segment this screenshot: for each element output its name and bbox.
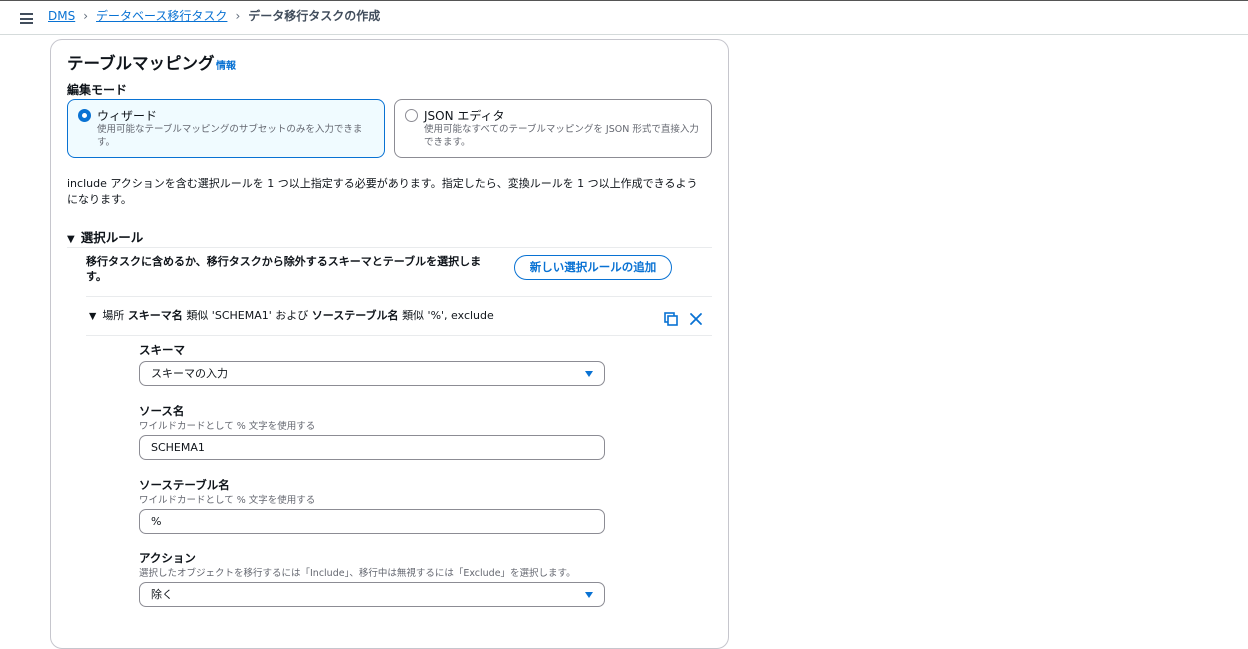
radio-wizard[interactable] bbox=[78, 109, 91, 122]
selection-rules-description: 移行タスクに含めるか、移行タスクから除外するスキーマとテーブルを選択します。 bbox=[86, 255, 482, 283]
panel-title: テーブルマッピング bbox=[67, 54, 215, 73]
caret-down-icon: ▼ bbox=[89, 311, 97, 322]
rule-header[interactable]: ▼ 場所 スキーマ名 類似 'SCHEMA1' および ソーステーブル名 類似 '… bbox=[89, 307, 494, 323]
rule-prefix: 場所 bbox=[102, 309, 125, 322]
mode-wizard-title: ウィザード bbox=[97, 109, 158, 123]
close-icon[interactable] bbox=[688, 311, 704, 327]
rule-schema-condition: 類似 'SCHEMA1' および bbox=[186, 309, 309, 322]
radio-json-editor[interactable] bbox=[405, 109, 418, 122]
source-table-hint: ワイルドカードとして % 文字を使用する bbox=[139, 495, 316, 506]
divider bbox=[67, 247, 712, 248]
schema-select-value: スキーマの入力 bbox=[151, 367, 228, 380]
source-table-label: ソーステーブル名 bbox=[139, 478, 230, 492]
mode-tile-json-editor[interactable]: JSON エディタ 使用可能なすべてのテーブルマッピングを JSON 形式で直接… bbox=[394, 99, 712, 158]
action-select-value: 除く bbox=[151, 588, 173, 601]
info-link[interactable]: 情報 bbox=[216, 57, 236, 72]
add-selection-rule-button[interactable]: 新しい選択ルールの追加 bbox=[514, 255, 672, 280]
caret-down-icon bbox=[585, 592, 593, 598]
schema-label: スキーマ bbox=[139, 343, 185, 357]
menu-icon[interactable] bbox=[20, 13, 33, 24]
mode-json-description: 使用可能なすべてのテーブルマッピングを JSON 形式で直接入力できます。 bbox=[424, 124, 699, 148]
source-name-hint: ワイルドカードとして % 文字を使用する bbox=[139, 421, 316, 432]
breadcrumb-current: データ移行タスクの作成 bbox=[248, 9, 381, 23]
schema-select[interactable]: スキーマの入力 bbox=[139, 361, 605, 386]
breadcrumb: DMS › データベース移行タスク › データ移行タスクの作成 bbox=[48, 7, 380, 24]
source-table-input[interactable]: % bbox=[139, 509, 605, 534]
rule-table-label: ソーステーブル名 bbox=[311, 309, 399, 322]
top-navigation-bar: DMS › データベース移行タスク › データ移行タスクの作成 bbox=[0, 0, 1248, 35]
table-mapping-panel: テーブルマッピング 情報 編集モード ウィザード 使用可能なテーブルマッピングの… bbox=[50, 39, 729, 649]
mode-wizard-description: 使用可能なテーブルマッピングのサブセットのみを入力できます。 bbox=[97, 124, 363, 148]
mode-json-title: JSON エディタ bbox=[424, 109, 505, 123]
chevron-right-icon: › bbox=[235, 8, 241, 23]
action-select[interactable]: 除く bbox=[139, 582, 605, 607]
source-name-label: ソース名 bbox=[139, 404, 185, 418]
action-hint: 選択したオブジェクトを移行するには「Include」、移行中は無視するには「Ex… bbox=[139, 568, 576, 579]
action-label: アクション bbox=[139, 551, 196, 565]
source-name-input[interactable]: SCHEMA1 bbox=[139, 435, 605, 460]
breadcrumb-dms[interactable]: DMS bbox=[48, 9, 75, 23]
copy-icon[interactable] bbox=[663, 311, 679, 327]
breadcrumb-migration-tasks[interactable]: データベース移行タスク bbox=[96, 7, 227, 24]
caret-down-icon: ▼ bbox=[67, 234, 75, 245]
chevron-right-icon: › bbox=[83, 8, 89, 23]
caret-down-icon bbox=[585, 371, 593, 377]
selection-rules-header[interactable]: ▼ 選択ルール bbox=[67, 227, 143, 246]
divider bbox=[86, 296, 712, 297]
selection-rules-title: 選択ルール bbox=[80, 230, 144, 245]
rules-notice: include アクションを含む選択ルールを 1 つ以上指定する必要があります。… bbox=[67, 177, 698, 206]
rule-schema-label: スキーマ名 bbox=[127, 309, 183, 322]
edit-mode-label: 編集モード bbox=[67, 83, 128, 97]
divider bbox=[86, 335, 712, 336]
rule-table-condition: 類似 '%', exclude bbox=[402, 309, 494, 322]
mode-tile-wizard[interactable]: ウィザード 使用可能なテーブルマッピングのサブセットのみを入力できます。 bbox=[67, 99, 385, 158]
